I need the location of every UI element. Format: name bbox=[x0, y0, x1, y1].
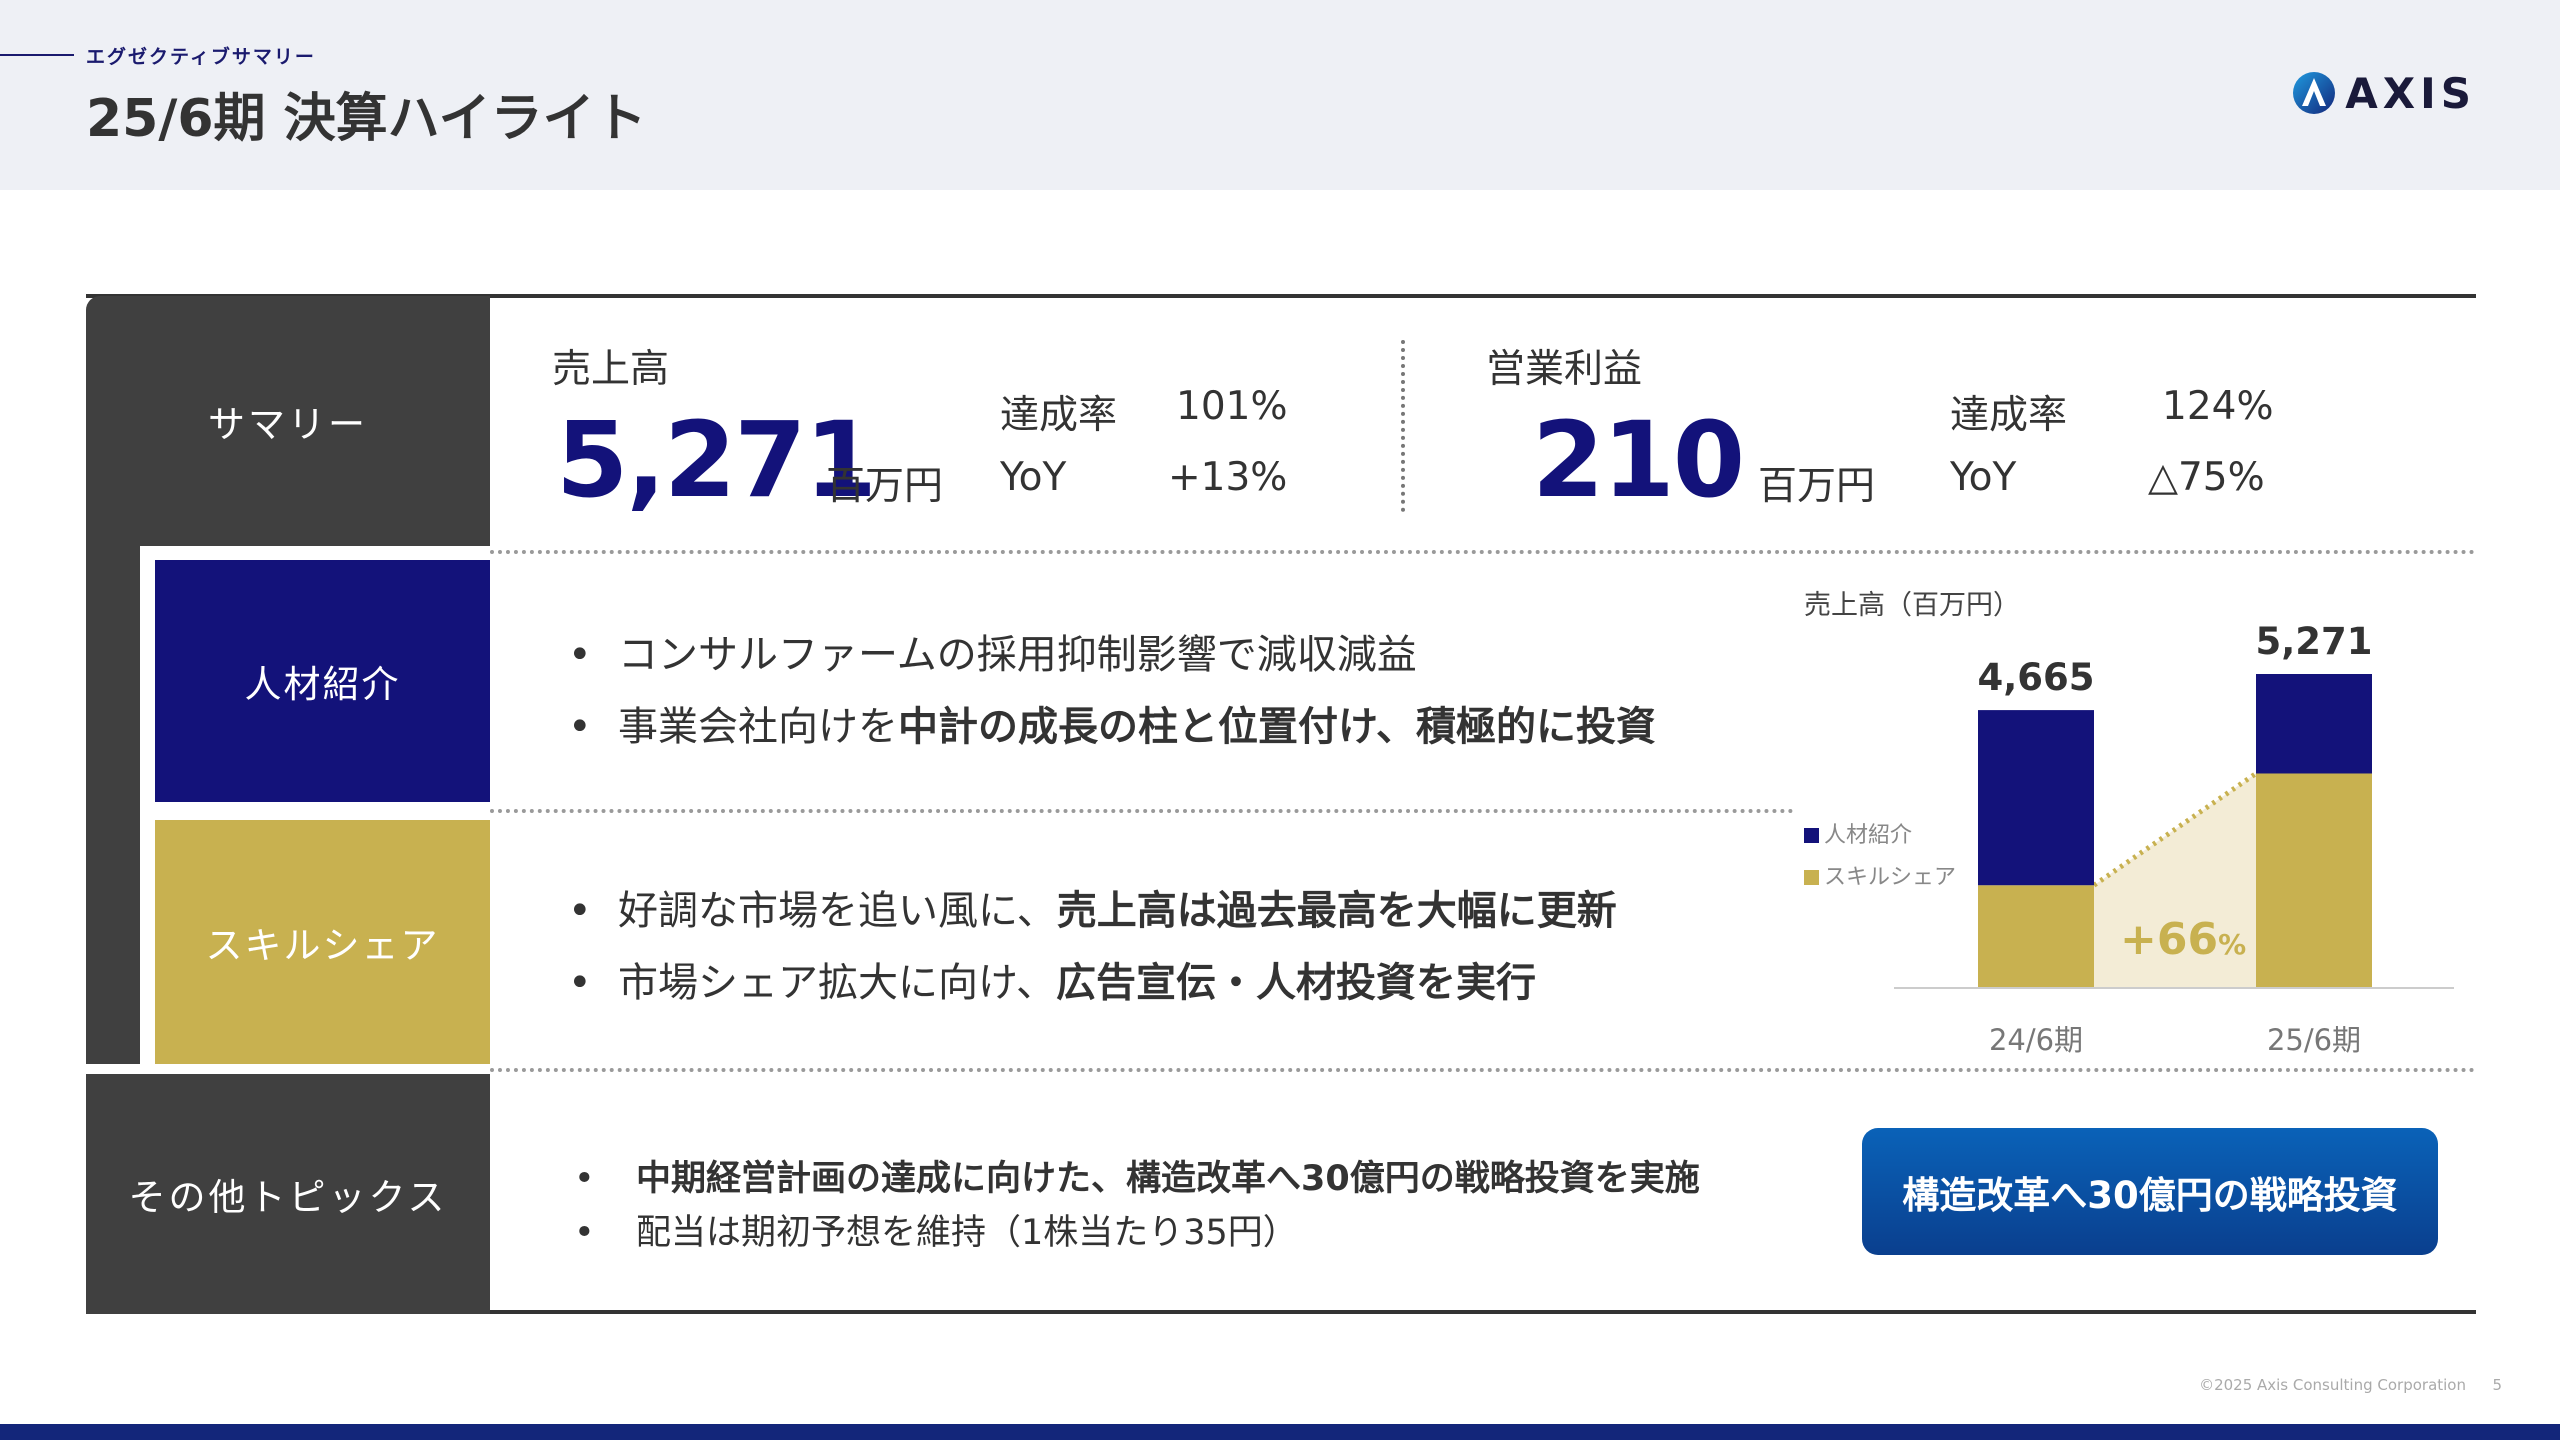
talent-bullet-2-emphasis: 中計の成長の柱と位置付け、積極的に投資 bbox=[898, 704, 1656, 750]
growth-annotation-suffix: % bbox=[2218, 928, 2246, 961]
logo-text: AXIS bbox=[2345, 68, 2476, 118]
talent-bullet-2-text: 事業会社向けを bbox=[618, 704, 898, 750]
op-income-unit: 百万円 bbox=[1758, 464, 1876, 509]
page-number: 5 bbox=[2492, 1376, 2502, 1394]
talent-bullet-1-text: コンサルファームの採用抑制影響で減収減益 bbox=[618, 632, 1417, 678]
bullet-dot: • bbox=[568, 704, 592, 750]
divider-summary bbox=[490, 550, 2476, 554]
skillshare-label-text: スキルシェア bbox=[205, 924, 440, 967]
talent-label: 人材紹介 bbox=[155, 560, 490, 802]
sales-stacked-bar-chart: 売上高（百万円） 4,66524/6期5,27125/6期+66% 人材紹介スキ… bbox=[1804, 590, 2454, 1057]
legend-swatch-0 bbox=[1804, 828, 1819, 843]
category-label-0: 24/6期 bbox=[1989, 1023, 2083, 1057]
op-income-achievement-label: 達成率 bbox=[1950, 393, 2068, 438]
op-income-title: 営業利益 bbox=[1486, 347, 1643, 392]
page-title: 25/6期 決算ハイライト bbox=[86, 89, 647, 149]
other-bullet-2-text: 配当は期初予想を維持（1株当たり35円） bbox=[636, 1213, 1298, 1253]
header-accent-line bbox=[0, 54, 74, 56]
copyright: ©2025 Axis Consulting Corporation bbox=[2199, 1376, 2466, 1394]
sales-achievement-label: 達成率 bbox=[1000, 393, 1118, 438]
summary-separator bbox=[1401, 340, 1405, 512]
bar-talent-1 bbox=[2256, 674, 2372, 774]
total-label-0: 4,665 bbox=[1977, 656, 2094, 699]
bullet-dot: • bbox=[568, 888, 592, 934]
skillshare-bullet-2: • 市場シェア拡大に向け、広告宣伝・人材投資を実行 bbox=[568, 950, 1536, 1008]
sales-yoy-label: YoY bbox=[1000, 455, 1067, 500]
bar-skillshare-0 bbox=[1978, 885, 2094, 988]
total-label-1: 5,271 bbox=[2255, 620, 2372, 663]
talent-bullet-2: • 事業会社向けを中計の成長の柱と位置付け、積極的に投資 bbox=[568, 694, 1656, 752]
talent-bullet-1: • コンサルファームの採用抑制影響で減収減益 bbox=[568, 622, 1417, 680]
category-label-1: 25/6期 bbox=[2267, 1023, 2361, 1057]
op-income-yoy-label: YoY bbox=[1950, 455, 2017, 500]
divider-segments bbox=[490, 809, 1794, 813]
summary-label-text: サマリー bbox=[208, 403, 368, 446]
summary-label: サマリー bbox=[86, 296, 490, 546]
bullet-dot: • bbox=[568, 960, 592, 1006]
summary-label-stem bbox=[86, 546, 140, 1064]
section-label: エグゼクティブサマリー bbox=[86, 46, 316, 68]
sales-title: 売上高 bbox=[552, 347, 670, 392]
talent-label-text: 人材紹介 bbox=[244, 663, 401, 706]
op-income-yoy-value: △75% bbox=[2148, 455, 2265, 500]
skillshare-label: スキルシェア bbox=[155, 820, 490, 1064]
footer-bar bbox=[0, 1424, 2560, 1440]
legend-swatch-1 bbox=[1804, 870, 1819, 885]
other-bullet-1: • 中期経営計画の達成に向けた、構造改革へ30億円の戦略投資を実施 bbox=[574, 1150, 1700, 1201]
op-income-achievement-value: 124% bbox=[2162, 384, 2274, 429]
skillshare-bullet-1: • 好調な市場を追い風に、売上高は過去最高を大幅に更新 bbox=[568, 878, 1617, 936]
other-topics-label: その他トピックス bbox=[86, 1074, 490, 1314]
chart-legend: 人材紹介スキルシェア bbox=[1804, 823, 1956, 890]
bullet-dot: • bbox=[574, 1159, 595, 1199]
legend-label-0: 人材紹介 bbox=[1824, 823, 1912, 848]
sales-achievement-value: 101% bbox=[1176, 384, 1288, 429]
sales-yoy-value: +13% bbox=[1168, 455, 1288, 500]
other-bullet-2: • 配当は期初予想を維持（1株当たり35円） bbox=[574, 1204, 1298, 1255]
other-topics-label-text: その他トピックス bbox=[128, 1176, 448, 1219]
sales-unit: 百万円 bbox=[826, 464, 944, 509]
bullet-dot: • bbox=[574, 1213, 595, 1253]
skillshare-bullet-2-emphasis: 広告宣伝・人材投資を実行 bbox=[1056, 960, 1536, 1006]
bullet-dot: • bbox=[568, 632, 592, 678]
strategic-investment-button-label: 構造改革へ30億円の戦略投資 bbox=[1902, 1173, 2398, 1217]
strategic-investment-button[interactable]: 構造改革へ30億円の戦略投資 bbox=[1862, 1128, 2438, 1255]
skillshare-bullet-1-emphasis: 売上高は過去最高を大幅に更新 bbox=[1056, 888, 1617, 934]
skillshare-bullet-2-text: 市場シェア拡大に向け、 bbox=[618, 960, 1056, 1006]
company-logo: AXIS bbox=[2291, 68, 2476, 118]
bar-skillshare-1 bbox=[2256, 773, 2372, 988]
chart-title: 売上高（百万円） bbox=[1804, 590, 2020, 621]
op-income-value: 210 bbox=[1532, 399, 1745, 521]
legend-label-1: スキルシェア bbox=[1824, 865, 1956, 890]
frame-bottom-line bbox=[490, 1310, 2476, 1314]
bar-talent-0 bbox=[1978, 710, 2094, 886]
other-bullet-1-text: 中期経営計画の達成に向けた、構造改革へ30億円の戦略投資を実施 bbox=[636, 1159, 1700, 1199]
skillshare-bullet-1-text: 好調な市場を追い風に、 bbox=[618, 888, 1057, 934]
axis-logo-icon bbox=[2293, 72, 2336, 114]
